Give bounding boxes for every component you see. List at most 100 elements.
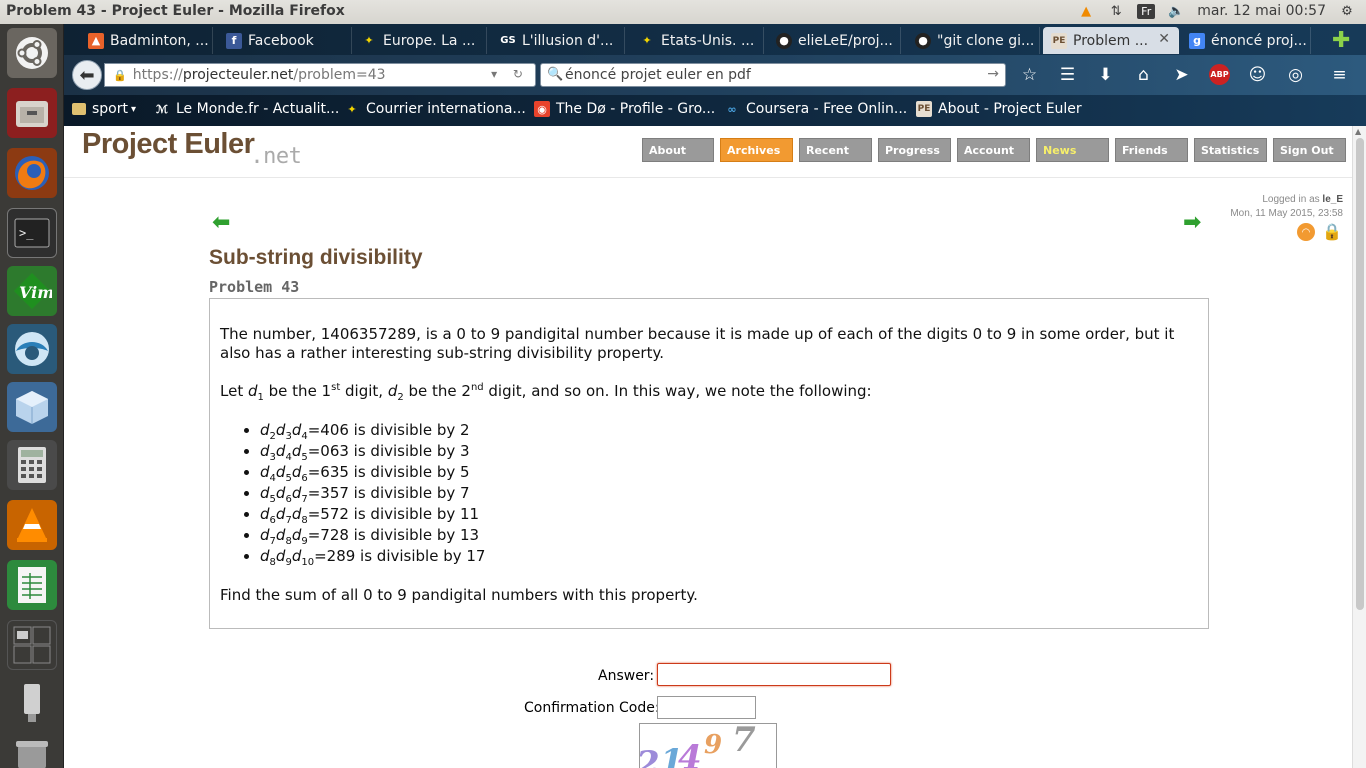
chevron-down-icon: ▾ bbox=[131, 103, 137, 115]
projecteuler-icon: PE bbox=[1051, 32, 1067, 49]
keyboard-layout-indicator[interactable]: Fr bbox=[1137, 3, 1156, 19]
tab-facebook[interactable]: f Facebook bbox=[218, 27, 352, 54]
tab-label: Etats-Unis. ... bbox=[661, 32, 755, 49]
bookmark-lemonde[interactable]: ℳ Le Monde.fr - Actualit... bbox=[154, 101, 339, 117]
close-tab-icon[interactable]: ✕ bbox=[1158, 31, 1170, 47]
problem-intro: The number, 1406357289, is a 0 to 9 pand… bbox=[220, 325, 1175, 362]
unity-launcher: >_ Vim bbox=[0, 24, 64, 768]
url-host: projecteuler.net bbox=[182, 67, 294, 83]
firefox-icon[interactable] bbox=[7, 148, 57, 198]
nav-about[interactable]: About bbox=[642, 138, 714, 162]
login-user[interactable]: le_E bbox=[1322, 194, 1343, 205]
workspace-switcher-icon[interactable] bbox=[7, 620, 57, 670]
nav-progress[interactable]: Progress bbox=[878, 138, 951, 162]
padlock-icon[interactable]: 🔒 bbox=[1322, 222, 1342, 242]
system-tray: ▲ ⇅ Fr 🔈 mar. 12 mai 00:57 ⚙ bbox=[1077, 2, 1356, 20]
answer-input[interactable] bbox=[657, 663, 891, 686]
property-item: d3d4d5=063 is divisible by 3 bbox=[260, 441, 1198, 463]
bookmark-label: Courrier internationa... bbox=[366, 101, 526, 117]
scrollbar-thumb[interactable] bbox=[1356, 138, 1364, 610]
search-bar[interactable]: 🔍 énoncé projet euler en pdf → bbox=[540, 63, 1006, 87]
volume-icon[interactable]: 🔈 bbox=[1167, 2, 1185, 20]
tab-etats-unis[interactable]: ✦ Etats-Unis. ... bbox=[631, 27, 764, 54]
bookmark-courrier[interactable]: ✦ Courrier internationa... bbox=[344, 101, 526, 117]
tab-enonce[interactable]: g énoncé proj... bbox=[1181, 27, 1311, 54]
nav-sign-out[interactable]: Sign Out bbox=[1273, 138, 1346, 162]
tab-problem-active[interactable]: PE Problem ... ✕ bbox=[1043, 27, 1179, 54]
nav-recent[interactable]: Recent bbox=[799, 138, 872, 162]
nav-statistics[interactable]: Statistics bbox=[1194, 138, 1267, 162]
tab-illusion[interactable]: GS L'illusion d'... bbox=[492, 27, 625, 54]
url-path: /problem=43 bbox=[293, 67, 386, 83]
bookmark-the-do[interactable]: ◉ The Dø - Profile - Gro... bbox=[534, 101, 715, 117]
vim-icon[interactable]: Vim bbox=[7, 266, 57, 316]
search-go-icon[interactable]: → bbox=[987, 66, 999, 82]
tab-github-repo[interactable]: ● elieLeE/proj... bbox=[768, 27, 901, 54]
network-icon[interactable]: ⇅ bbox=[1107, 2, 1125, 20]
rss-icon[interactable]: ◠ bbox=[1297, 223, 1315, 241]
nav-friends[interactable]: Friends bbox=[1115, 138, 1188, 162]
new-tab-button[interactable]: ✚ bbox=[1324, 27, 1354, 54]
tab-badminton[interactable]: ▲ Badminton, ... bbox=[80, 27, 213, 54]
bookmark-about-pe[interactable]: PE About - Project Euler bbox=[916, 101, 1082, 117]
terminal-icon[interactable]: >_ bbox=[7, 208, 57, 258]
previous-problem-arrow-icon[interactable]: ⬅ bbox=[212, 210, 230, 235]
property-item: d7d8d9=728 is divisible by 13 bbox=[260, 525, 1198, 547]
bookmark-star-icon[interactable]: ☆ bbox=[1019, 64, 1040, 85]
answer-label: Answer: bbox=[598, 668, 655, 684]
search-query: énoncé projet euler en pdf bbox=[565, 67, 751, 83]
confirmation-code-input[interactable] bbox=[657, 696, 756, 719]
logo-main: Project Euler bbox=[82, 128, 255, 160]
addon-gauge-icon[interactable]: ◎ bbox=[1285, 64, 1306, 85]
property-item: d6d7d8=572 is divisible by 11 bbox=[260, 504, 1198, 526]
vlc-icon[interactable] bbox=[7, 500, 57, 550]
problem-title: Sub-string divisibility bbox=[209, 246, 423, 269]
clock[interactable]: mar. 12 mai 00:57 bbox=[1197, 3, 1326, 19]
vlc-tray-icon[interactable]: ▲ bbox=[1077, 2, 1095, 20]
back-button[interactable]: ⬅ bbox=[72, 60, 102, 90]
bookmark-label: sport bbox=[92, 101, 128, 117]
courrier-icon: ✦ bbox=[347, 102, 357, 116]
tab-label: Europe. La ... bbox=[383, 32, 476, 49]
settings-gear-icon[interactable]: ⚙ bbox=[1338, 2, 1356, 20]
property-item: d2d3d4=406 is divisible by 2 bbox=[260, 420, 1198, 442]
ubuntu-dash-icon[interactable] bbox=[7, 28, 57, 78]
bookmarks-list-icon[interactable]: ☰ bbox=[1057, 64, 1078, 85]
captcha-glyph: 4 bbox=[678, 738, 702, 768]
tab-label: elieLeE/proj... bbox=[798, 32, 893, 49]
calculator-icon[interactable] bbox=[7, 440, 57, 490]
virtualbox-icon[interactable] bbox=[7, 382, 57, 432]
usb-drive-icon[interactable] bbox=[7, 678, 57, 728]
github-icon: ● bbox=[915, 32, 931, 49]
page-scrollbar[interactable]: ▲ bbox=[1352, 126, 1366, 768]
bookmark-coursera[interactable]: ∞ Coursera - Free Onlin... bbox=[724, 101, 907, 117]
url-bar[interactable]: 🔒 https://projecteuler.net/problem=43 ▾ … bbox=[104, 63, 536, 87]
spreadsheet-icon[interactable] bbox=[7, 560, 57, 610]
reload-icon[interactable]: ▾ ↻ bbox=[491, 67, 529, 81]
trash-icon[interactable] bbox=[7, 730, 57, 768]
files-icon[interactable] bbox=[7, 88, 57, 138]
download-icon[interactable]: ⬇ bbox=[1095, 64, 1116, 85]
browser-tab-strip: ▲ Badminton, ... f Facebook ✦ Europe. La… bbox=[64, 24, 1366, 55]
tab-git-clone[interactable]: ● "git clone gi... bbox=[907, 27, 1040, 54]
smiley-icon[interactable]: ☺ bbox=[1247, 64, 1268, 85]
next-problem-arrow-icon[interactable]: ➡ bbox=[1183, 210, 1201, 235]
menu-icon[interactable]: ≡ bbox=[1329, 64, 1350, 85]
property-list: d2d3d4=406 is divisible by 2d3d4d5=063 i… bbox=[260, 420, 1198, 568]
nav-archives[interactable]: Archives bbox=[720, 138, 793, 162]
send-icon[interactable]: ➤ bbox=[1171, 64, 1192, 85]
site-logo[interactable]: Project Euler.net bbox=[82, 128, 302, 169]
flame-icon: ▲ bbox=[88, 32, 104, 49]
scroll-up-arrow-icon[interactable]: ▲ bbox=[1355, 127, 1361, 136]
bookmark-folder-sport[interactable]: sport ▾ bbox=[72, 101, 136, 117]
home-icon[interactable]: ⌂ bbox=[1133, 64, 1154, 85]
tab-europe[interactable]: ✦ Europe. La ... bbox=[353, 27, 487, 54]
tab-label: "git clone gi... bbox=[937, 32, 1035, 49]
nav-news[interactable]: News bbox=[1036, 138, 1109, 162]
adblock-icon[interactable]: ABP bbox=[1209, 64, 1230, 85]
svg-text:Vim: Vim bbox=[19, 283, 52, 302]
folder-icon bbox=[72, 103, 86, 115]
nav-account[interactable]: Account bbox=[957, 138, 1030, 162]
bookmarks-toolbar: sport ▾ ℳ Le Monde.fr - Actualit... ✦ Cou… bbox=[64, 95, 1366, 126]
thunderbird-icon[interactable] bbox=[7, 324, 57, 374]
